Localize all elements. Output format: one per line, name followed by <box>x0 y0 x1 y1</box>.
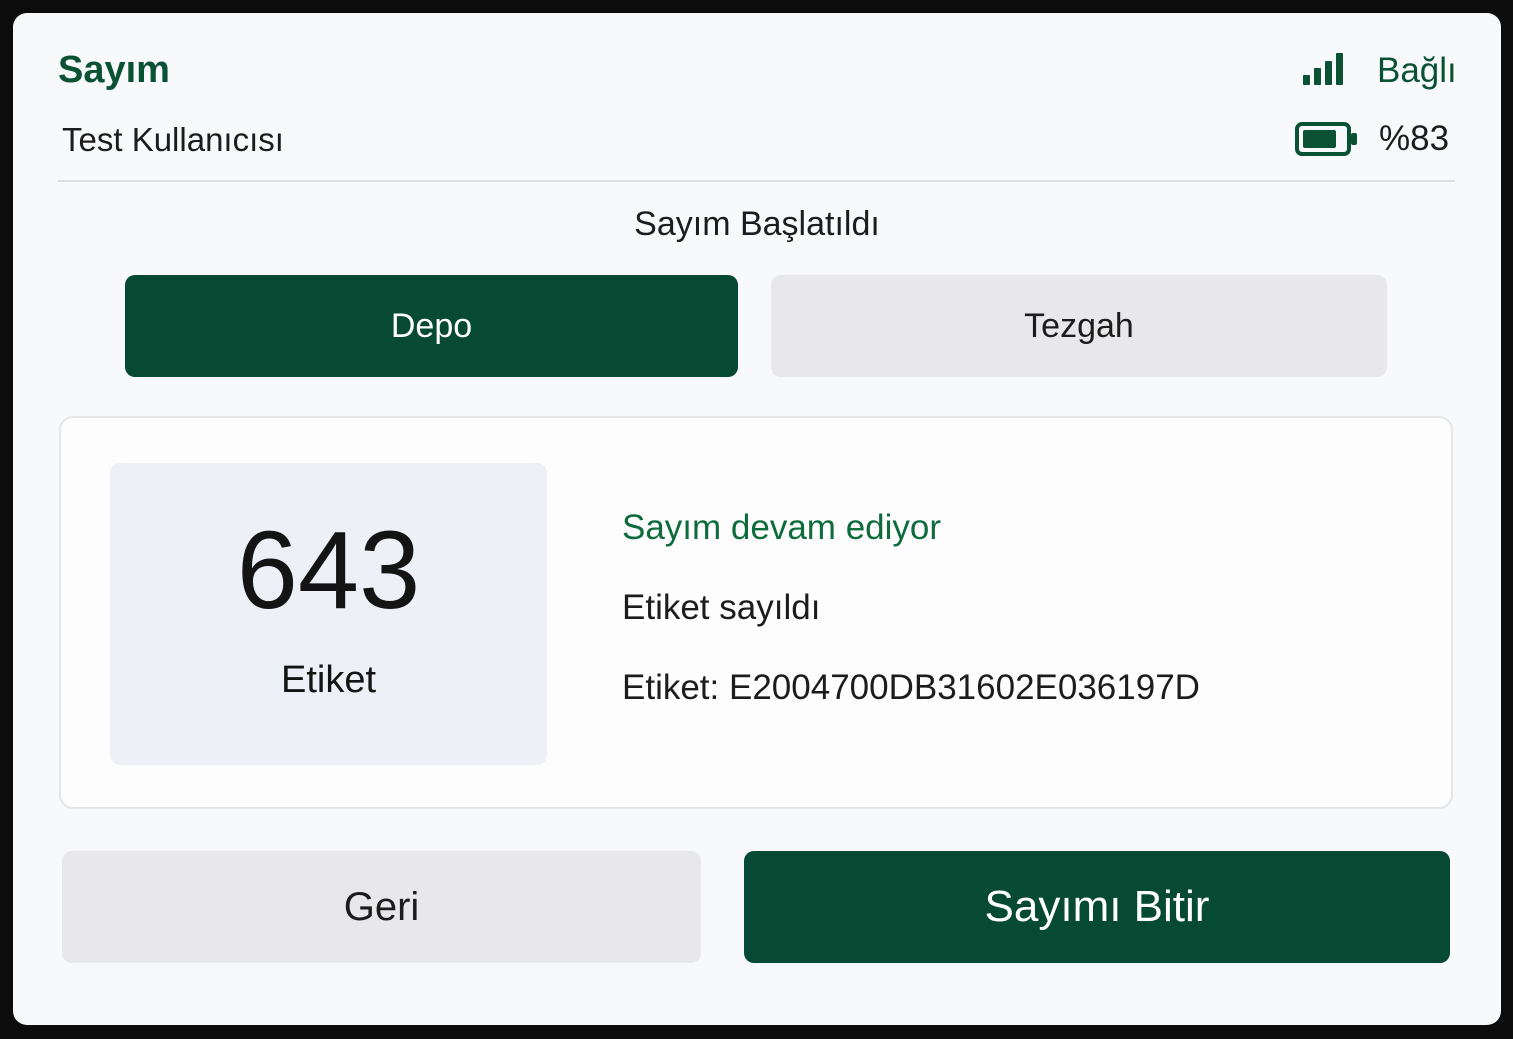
finish-count-button[interactable]: Sayımı Bitir <box>744 851 1450 963</box>
tab-tezgah[interactable]: Tezgah <box>771 275 1387 377</box>
user-name: Test Kullanıcısı <box>62 121 284 158</box>
tag-count: 643 <box>236 509 421 632</box>
back-button[interactable]: Geri <box>62 851 701 963</box>
last-tag-id: Etiket: E2004700DB31602E036197D <box>622 668 1200 707</box>
connection-status: Bağlı <box>1377 51 1457 90</box>
signal-bars-icon <box>1303 53 1345 85</box>
page-title: Sayım <box>58 49 170 91</box>
count-card: 643 Etiket Sayım devam ediyor Etiket say… <box>59 416 1453 809</box>
counting-screen: Sayım Test Kullanıcısı Bağlı %83 Sayım B… <box>13 13 1501 1025</box>
battery-icon <box>1295 122 1359 156</box>
battery-percentage: %83 <box>1379 119 1450 158</box>
tag-count-label: Etiket <box>280 659 377 701</box>
counter-box: 643 Etiket <box>110 463 547 765</box>
header-divider <box>58 180 1455 182</box>
tab-depo[interactable]: Depo <box>125 275 738 377</box>
last-event: Etiket sayıldı <box>622 588 821 627</box>
status-message: Sayım Başlatıldı <box>634 205 880 243</box>
battery-level-fill <box>1303 130 1336 148</box>
progress-status: Sayım devam ediyor <box>622 508 942 547</box>
